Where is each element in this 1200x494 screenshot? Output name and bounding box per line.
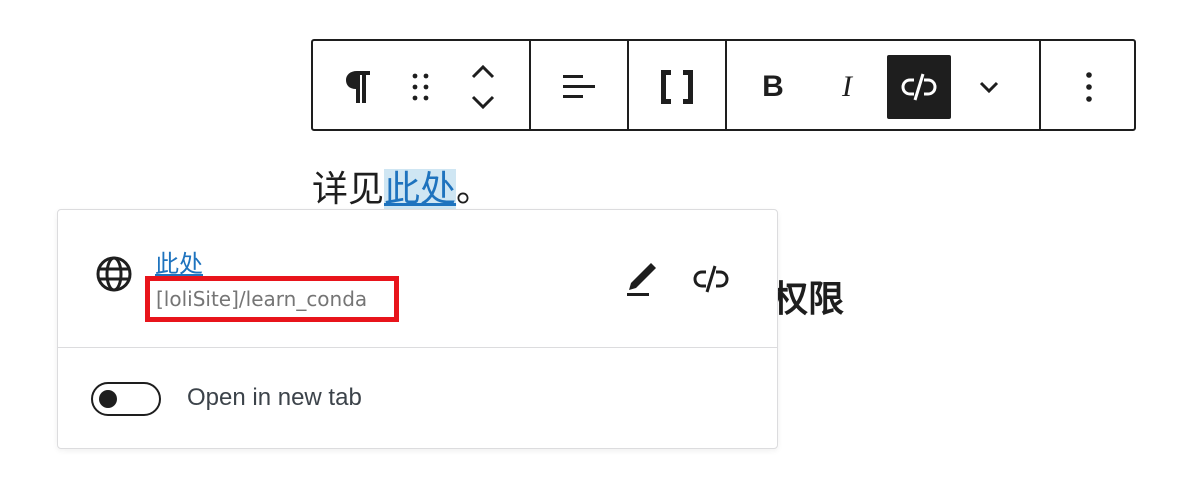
section-heading: 设置权限 [770, 279, 845, 320]
move-up-down-icon[interactable] [459, 55, 507, 119]
inline-link[interactable]: 此处 [384, 169, 457, 210]
brackets-icon[interactable] [651, 61, 703, 113]
toolbar-separator [725, 41, 727, 129]
paragraph-suffix: 。 [456, 169, 493, 210]
align-icon[interactable] [553, 61, 605, 113]
unlink-icon [901, 73, 937, 101]
bold-button[interactable]: B [747, 61, 799, 113]
edit-link-button[interactable] [618, 254, 664, 300]
toolbar-separator [627, 41, 629, 129]
link-url[interactable]: [loliSite]/learn_conda [156, 287, 367, 311]
link-url-highlight: [loliSite]/learn_conda [145, 276, 399, 322]
paragraph-text[interactable]: 详见此处。 [312, 168, 492, 212]
toggle-knob [99, 390, 117, 408]
more-vertical-icon [1086, 72, 1092, 102]
drag-handle-icon[interactable] [397, 61, 445, 113]
remove-link-button[interactable] [688, 256, 734, 302]
toolbar-separator [1039, 41, 1041, 129]
block-toolbar: B I [311, 39, 1136, 131]
block-options-button[interactable] [1063, 61, 1115, 113]
globe-icon [96, 256, 132, 297]
chevron-down-icon [979, 81, 999, 94]
paragraph-icon[interactable] [333, 61, 385, 113]
link-title[interactable]: 此处 [155, 244, 203, 279]
pencil-icon [627, 263, 656, 296]
open-in-new-tab-toggle[interactable] [91, 382, 161, 416]
toolbar-separator [529, 41, 531, 129]
italic-button[interactable]: I [821, 61, 873, 113]
link-popover: 此处 [loliSite]/learn_conda Open in new ta… [57, 209, 778, 449]
paragraph-prefix: 详见 [312, 169, 385, 210]
more-formatting-button[interactable] [965, 61, 1013, 113]
unlink-icon [693, 265, 729, 293]
open-in-new-tab-label: Open in new tab [187, 384, 362, 411]
popover-divider [58, 347, 777, 348]
unlink-button[interactable] [887, 55, 951, 119]
